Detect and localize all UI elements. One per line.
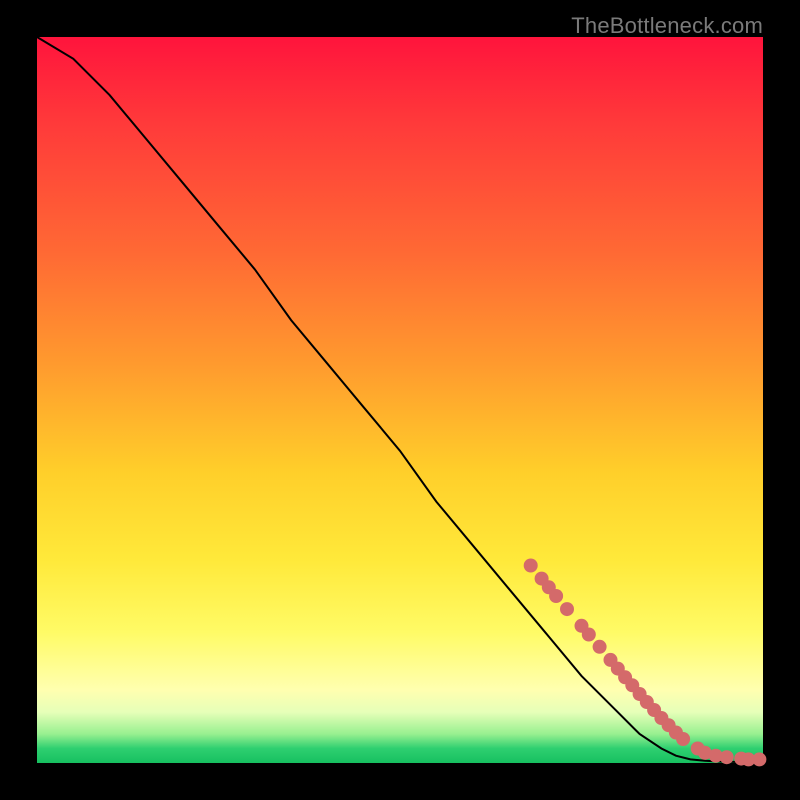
data-marker xyxy=(752,752,766,766)
data-marker xyxy=(582,628,596,642)
data-marker xyxy=(549,589,563,603)
chart-frame: TheBottleneck.com xyxy=(0,0,800,800)
curve-path xyxy=(37,37,763,762)
chart-svg xyxy=(37,37,763,763)
marker-group xyxy=(524,559,767,767)
watermark-text: TheBottleneck.com xyxy=(571,13,763,39)
data-marker xyxy=(560,602,574,616)
data-marker xyxy=(593,640,607,654)
data-marker xyxy=(676,732,690,746)
data-marker xyxy=(524,559,538,573)
plot-area xyxy=(37,37,763,763)
data-marker xyxy=(720,750,734,764)
